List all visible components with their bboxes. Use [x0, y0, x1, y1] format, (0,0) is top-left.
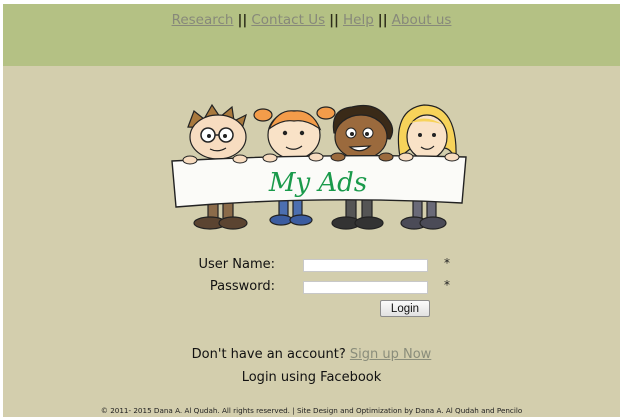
nav-separator: ||	[377, 12, 388, 28]
signup-prompt-line: Don't have an account? Sign up Now	[3, 347, 620, 362]
password-label: Password:	[209, 279, 275, 294]
kid-1-head	[187, 103, 247, 160]
required-marker: *	[444, 256, 450, 270]
copyright-footer: © 2011- 2015 Dana A. Al Qudah. All right…	[100, 406, 523, 415]
nav-separator: ||	[329, 12, 339, 28]
kid-4-head	[397, 104, 457, 162]
my-ads-logo: My Ads	[171, 103, 467, 230]
facebook-login-link[interactable]: Login using Facebook	[3, 370, 620, 385]
username-label: User Name:	[198, 257, 276, 272]
signup-prompt: Don't have an account?	[191, 347, 346, 362]
nav-link-research[interactable]: Research	[172, 12, 234, 28]
nav-link-about-us[interactable]: About us	[392, 12, 452, 28]
sign-up-link[interactable]: Sign up Now	[350, 347, 431, 362]
kid-3-head	[332, 104, 394, 160]
banner-text: My Ads	[268, 168, 367, 198]
nav-link-contact-us[interactable]: Contact Us	[251, 12, 325, 28]
top-navigation: Research || Contact Us || Help || About us	[3, 12, 620, 28]
nav-separator: ||	[237, 12, 248, 28]
login-button[interactable]: Login	[380, 300, 430, 317]
required-marker: *	[444, 278, 450, 292]
username-field[interactable]	[303, 259, 428, 272]
nav-link-help[interactable]: Help	[343, 12, 374, 28]
page-background: Research || Contact Us || Help || About us	[3, 4, 620, 417]
kid-2-head	[253, 106, 336, 160]
password-field[interactable]	[303, 281, 428, 294]
